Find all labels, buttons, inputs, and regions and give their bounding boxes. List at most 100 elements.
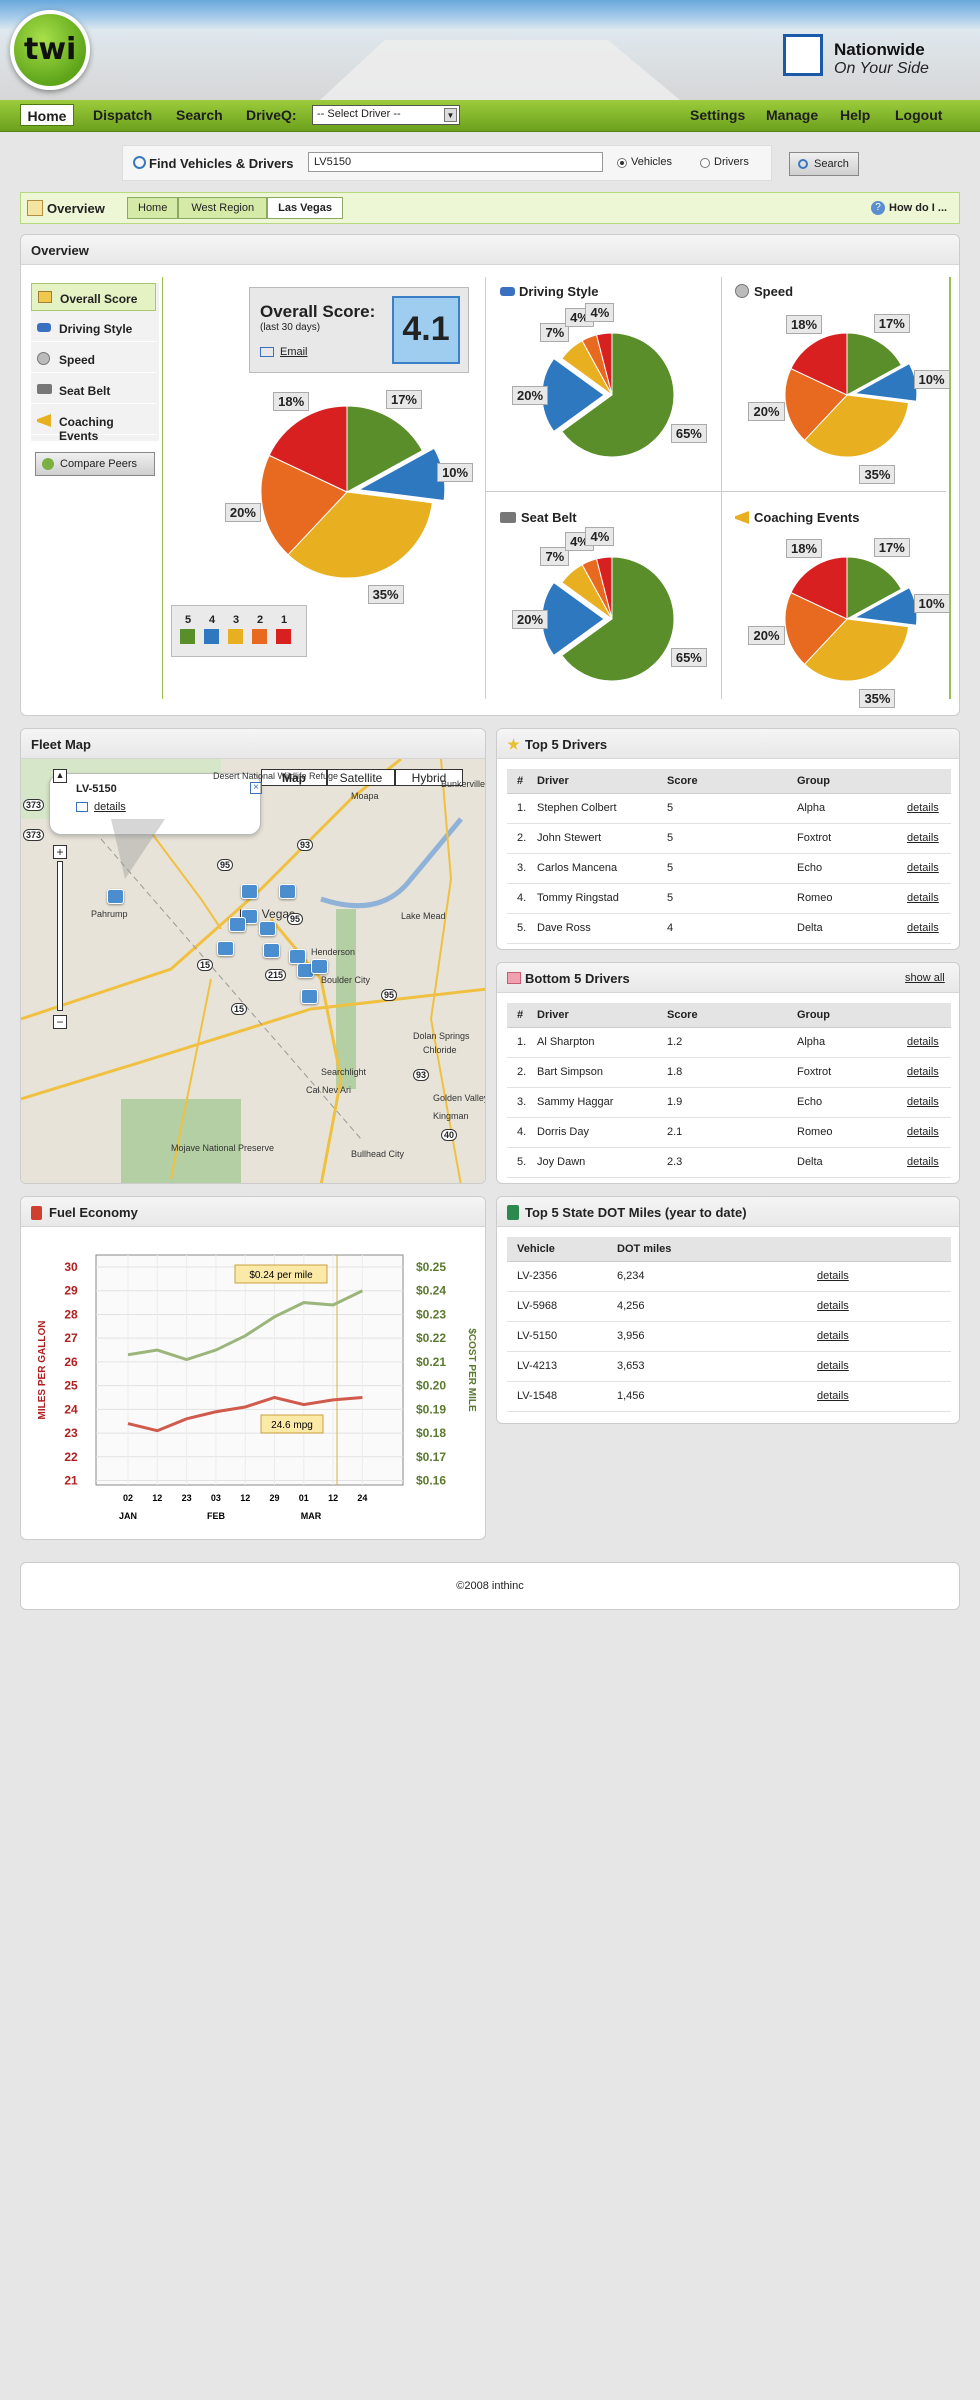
- fuel-economy-chart: 30 $0.25 29 $0.24 28 $0.23 27 $0.22 26 $0.21 25 $0.…: [37, 1254, 477, 1521]
- highway-shield: 215: [265, 969, 287, 981]
- close-icon[interactable]: ×: [250, 782, 262, 794]
- pie-slice-label: 18%: [785, 539, 823, 559]
- overview-icon: [27, 200, 43, 216]
- map-canvas[interactable]: Map Satellite Hybrid LV-5150 details × ▲…: [21, 759, 485, 1183]
- vehicle-marker[interactable]: [279, 884, 296, 899]
- details-link[interactable]: details: [907, 1126, 939, 1138]
- table-cell: 2.: [507, 1057, 527, 1088]
- table-cell: Foxtrot: [787, 1057, 897, 1088]
- search-icon: [133, 156, 146, 169]
- table-cell: Alpha: [787, 1027, 897, 1058]
- zoom-out-icon[interactable]: −: [53, 1015, 67, 1029]
- table-cell: Echo: [787, 853, 897, 884]
- vehicle-marker[interactable]: [289, 949, 306, 964]
- table-cell: 2.1: [657, 1117, 787, 1148]
- pan-up-icon[interactable]: ▲: [53, 769, 67, 783]
- bottom5-table: # Driver Score Group 1. Al Sharpton 1.2 Alpha de…: [507, 1003, 951, 1178]
- table-cell: 4.: [507, 1117, 527, 1148]
- vehicles-radio[interactable]: [617, 158, 627, 168]
- vehicle-marker[interactable]: [263, 943, 280, 958]
- y-tick-label: 29: [64, 1284, 78, 1298]
- y2-tick-label: $0.18: [416, 1426, 446, 1440]
- search-button[interactable]: Search: [789, 152, 859, 176]
- breadcrumb-region[interactable]: West Region: [178, 197, 268, 219]
- details-link[interactable]: details: [817, 1360, 849, 1372]
- x-group-label: JAN: [119, 1511, 137, 1521]
- menu-driving-style[interactable]: Driving Style: [31, 314, 156, 342]
- y-tick-label: 28: [64, 1307, 78, 1321]
- nav-search[interactable]: Search: [176, 107, 223, 123]
- details-link[interactable]: details: [907, 1096, 939, 1108]
- menu-speed[interactable]: Speed: [31, 345, 156, 373]
- zoom-in-icon[interactable]: +: [53, 845, 67, 859]
- pie-slice-label: 20%: [224, 503, 261, 523]
- vehicles-radio-label: Vehicles: [631, 156, 672, 168]
- email-link[interactable]: Email: [280, 346, 308, 358]
- table-row: LV-5150 3,956 details: [507, 1321, 951, 1352]
- find-label: Find Vehicles & Drivers: [149, 156, 294, 171]
- zoom-slider[interactable]: [57, 861, 63, 1011]
- how-do-i-link[interactable]: How do I ...: [889, 202, 947, 214]
- highway-shield: 15: [197, 959, 214, 971]
- road-graphic: [320, 40, 680, 100]
- twi-logo[interactable]: twi: [10, 10, 90, 90]
- nav-home[interactable]: Home: [20, 104, 74, 126]
- speed-pie: 17% 10% 35% 20% 18%: [731, 303, 951, 485]
- pie-slice-label: 18%: [785, 315, 823, 335]
- details-link[interactable]: details: [907, 1036, 939, 1048]
- table-cell: 5.: [507, 1147, 527, 1178]
- details-link[interactable]: details: [907, 922, 939, 934]
- table-cell: 3.: [507, 853, 527, 884]
- table-cell: Bart Simpson: [527, 1057, 657, 1088]
- menu-seat-belt[interactable]: Seat Belt: [31, 376, 156, 404]
- vehicle-marker[interactable]: [229, 917, 246, 932]
- table-cell: Joy Dawn: [527, 1147, 657, 1178]
- vehicle-marker[interactable]: [259, 921, 276, 936]
- table-cell: Delta: [787, 913, 897, 944]
- details-link[interactable]: details: [817, 1390, 849, 1402]
- details-link[interactable]: details: [817, 1300, 849, 1312]
- drivers-radio[interactable]: [700, 158, 710, 168]
- legend-swatch: [276, 629, 291, 644]
- column-header: Score: [657, 769, 787, 794]
- breadcrumb-home[interactable]: Home: [127, 197, 179, 219]
- vehicle-marker[interactable]: [241, 884, 258, 899]
- vehicle-marker[interactable]: [107, 889, 124, 904]
- table-cell: Carlos Mancena: [527, 853, 657, 884]
- details-link[interactable]: details: [817, 1330, 849, 1342]
- nav-logout[interactable]: Logout: [895, 107, 942, 123]
- legend-item: 3: [228, 614, 244, 644]
- vehicle-marker[interactable]: [217, 941, 234, 956]
- table-row: LV-5968 4,256 details: [507, 1291, 951, 1322]
- nav-settings[interactable]: Settings: [690, 107, 745, 123]
- nav-dispatch[interactable]: Dispatch: [93, 107, 152, 123]
- details-link[interactable]: details: [907, 1156, 939, 1168]
- nav-help[interactable]: Help: [840, 107, 870, 123]
- compare-peers-button[interactable]: Compare Peers: [35, 452, 155, 476]
- page-header: twi Nationwide On Your Side: [0, 0, 980, 100]
- menu-coaching-events[interactable]: Coaching Events: [31, 407, 156, 443]
- table-row: LV-4213 3,653 details: [507, 1351, 951, 1382]
- driver-select[interactable]: -- Select Driver -- ▼: [312, 105, 460, 125]
- details-link[interactable]: details: [907, 832, 939, 844]
- y-tick-label: 25: [64, 1379, 78, 1393]
- left-axis-title: MILES PER GALLON: [37, 1321, 48, 1420]
- x-tick-label: 29: [269, 1493, 279, 1503]
- table-cell: 5: [657, 823, 787, 854]
- find-input[interactable]: LV5150: [308, 152, 603, 172]
- details-link[interactable]: details: [817, 1270, 849, 1282]
- vehicle-marker[interactable]: [301, 989, 318, 1004]
- vehicle-marker[interactable]: [311, 959, 328, 974]
- y-tick-label: 22: [64, 1450, 78, 1464]
- search-button-label: Search: [814, 158, 849, 170]
- nav-manage[interactable]: Manage: [766, 107, 818, 123]
- show-all-link[interactable]: show all: [905, 972, 945, 984]
- dot-miles-panel: Top 5 State DOT Miles (year to date) Veh…: [496, 1196, 960, 1424]
- details-link[interactable]: details: [907, 1066, 939, 1078]
- details-link[interactable]: details: [907, 892, 939, 904]
- popup-details-link[interactable]: details: [94, 801, 126, 813]
- details-link[interactable]: details: [907, 802, 939, 814]
- table-cell: Echo: [787, 1087, 897, 1118]
- details-link[interactable]: details: [907, 862, 939, 874]
- menu-overall-score[interactable]: Overall Score: [31, 283, 156, 311]
